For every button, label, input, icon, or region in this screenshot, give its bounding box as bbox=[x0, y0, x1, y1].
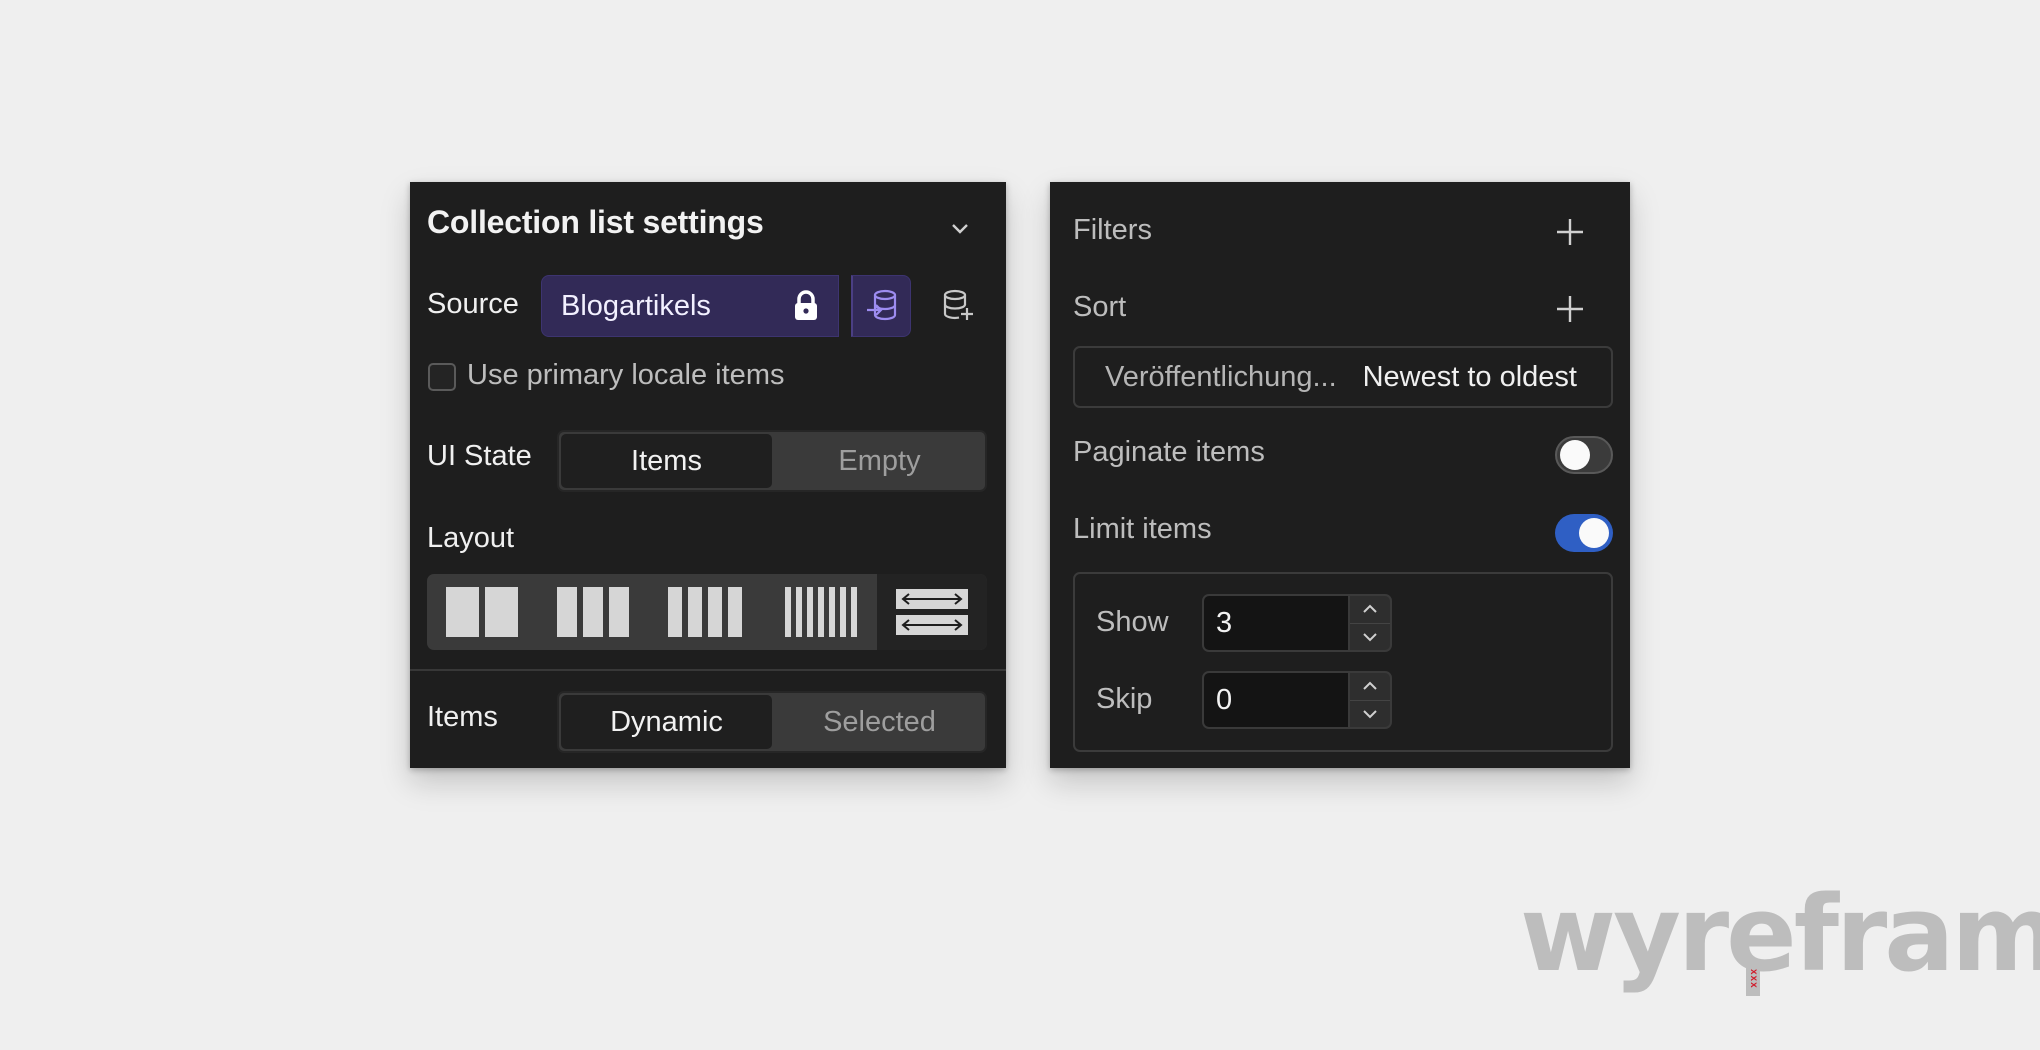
ui-state-items-option[interactable]: Items bbox=[561, 434, 772, 488]
chevron-down-icon bbox=[1363, 633, 1377, 642]
column-block bbox=[785, 587, 791, 637]
column-block bbox=[728, 587, 742, 637]
plus-icon bbox=[1557, 219, 1583, 245]
layout-2-columns[interactable] bbox=[427, 574, 537, 650]
collection-list-settings-panel: Collection list settings Source Blogarti… bbox=[410, 182, 1006, 768]
source-connection-button[interactable] bbox=[851, 275, 911, 337]
skip-decrement-button[interactable] bbox=[1350, 699, 1390, 728]
limit-label: Limit items bbox=[1073, 513, 1212, 545]
column-block bbox=[851, 587, 857, 637]
query-settings-panel: Filters Sort Veröffentlichung... Newest … bbox=[1050, 182, 1630, 768]
wyreframe-logo: wyreframe bbox=[1520, 873, 2040, 995]
layout-rows[interactable] bbox=[877, 574, 987, 650]
toggle-knob bbox=[1579, 518, 1609, 548]
column-block bbox=[557, 587, 577, 637]
column-block bbox=[807, 587, 813, 637]
column-block bbox=[609, 587, 629, 637]
logo-mark: xxx bbox=[1746, 962, 1760, 996]
layout-4-columns[interactable] bbox=[649, 574, 761, 650]
sort-label: Sort bbox=[1073, 291, 1127, 323]
items-label: Items bbox=[427, 701, 498, 733]
items-dynamic-option[interactable]: Dynamic bbox=[561, 695, 772, 749]
column-block bbox=[485, 587, 518, 637]
column-block bbox=[668, 587, 682, 637]
layout-label: Layout bbox=[427, 522, 515, 554]
show-input[interactable]: 3 bbox=[1202, 594, 1350, 652]
plus-icon bbox=[1557, 296, 1583, 322]
collapse-button[interactable] bbox=[940, 212, 980, 246]
add-sort-button[interactable] bbox=[1550, 289, 1590, 329]
paginate-toggle[interactable] bbox=[1555, 436, 1613, 474]
layout-3-columns[interactable] bbox=[537, 574, 649, 650]
column-block bbox=[708, 587, 722, 637]
toggle-knob bbox=[1560, 440, 1590, 470]
rows-layout-icon bbox=[896, 589, 968, 635]
column-block bbox=[840, 587, 846, 637]
panel-title: Collection list settings bbox=[427, 204, 764, 240]
items-selected-option[interactable]: Selected bbox=[774, 693, 985, 751]
primary-locale-checkbox[interactable] bbox=[428, 363, 456, 391]
skip-label: Skip bbox=[1096, 683, 1153, 715]
layout-options bbox=[427, 574, 987, 650]
skip-stepper bbox=[1350, 671, 1392, 729]
chevron-up-icon bbox=[1363, 604, 1377, 613]
chevron-down-icon bbox=[1363, 710, 1377, 719]
source-select[interactable]: Blogartikels bbox=[541, 275, 839, 337]
primary-locale-label: Use primary locale items bbox=[467, 359, 785, 391]
column-block bbox=[818, 587, 824, 637]
sort-rule[interactable]: Veröffentlichung... Newest to oldest bbox=[1073, 346, 1613, 408]
chevron-down-icon bbox=[952, 224, 968, 234]
column-block bbox=[688, 587, 702, 637]
items-mode-toggle: Dynamic Selected bbox=[557, 691, 987, 753]
sort-field-name: Veröffentlichung... bbox=[1105, 361, 1337, 393]
show-label: Show bbox=[1096, 606, 1169, 638]
ui-state-label: UI State bbox=[427, 440, 532, 472]
skip-increment-button[interactable] bbox=[1350, 673, 1390, 700]
database-connect-icon bbox=[866, 289, 896, 321]
source-label: Source bbox=[427, 288, 519, 320]
column-block bbox=[446, 587, 479, 637]
column-block bbox=[796, 587, 802, 637]
paginate-label: Paginate items bbox=[1073, 436, 1265, 468]
skip-input[interactable]: 0 bbox=[1202, 671, 1350, 729]
section-divider bbox=[410, 669, 1006, 671]
logo-mark-text: xxx bbox=[1748, 969, 1759, 989]
lock-icon bbox=[795, 290, 817, 320]
show-decrement-button[interactable] bbox=[1350, 622, 1390, 651]
add-collection-button[interactable] bbox=[938, 286, 978, 326]
sort-order: Newest to oldest bbox=[1362, 361, 1577, 393]
source-value: Blogartikels bbox=[561, 289, 711, 322]
column-block bbox=[583, 587, 603, 637]
filters-label: Filters bbox=[1073, 214, 1152, 246]
show-increment-button[interactable] bbox=[1350, 596, 1390, 623]
limit-toggle[interactable] bbox=[1555, 514, 1613, 552]
chevron-up-icon bbox=[1363, 681, 1377, 690]
column-block bbox=[829, 587, 835, 637]
database-add-icon bbox=[943, 289, 973, 320]
ui-state-empty-option[interactable]: Empty bbox=[774, 432, 985, 490]
ui-state-toggle: Items Empty bbox=[557, 430, 987, 492]
layout-6-columns[interactable] bbox=[761, 574, 881, 650]
show-stepper bbox=[1350, 594, 1392, 652]
limit-options: Show 3 Skip 0 bbox=[1073, 572, 1613, 752]
add-filter-button[interactable] bbox=[1550, 212, 1590, 252]
